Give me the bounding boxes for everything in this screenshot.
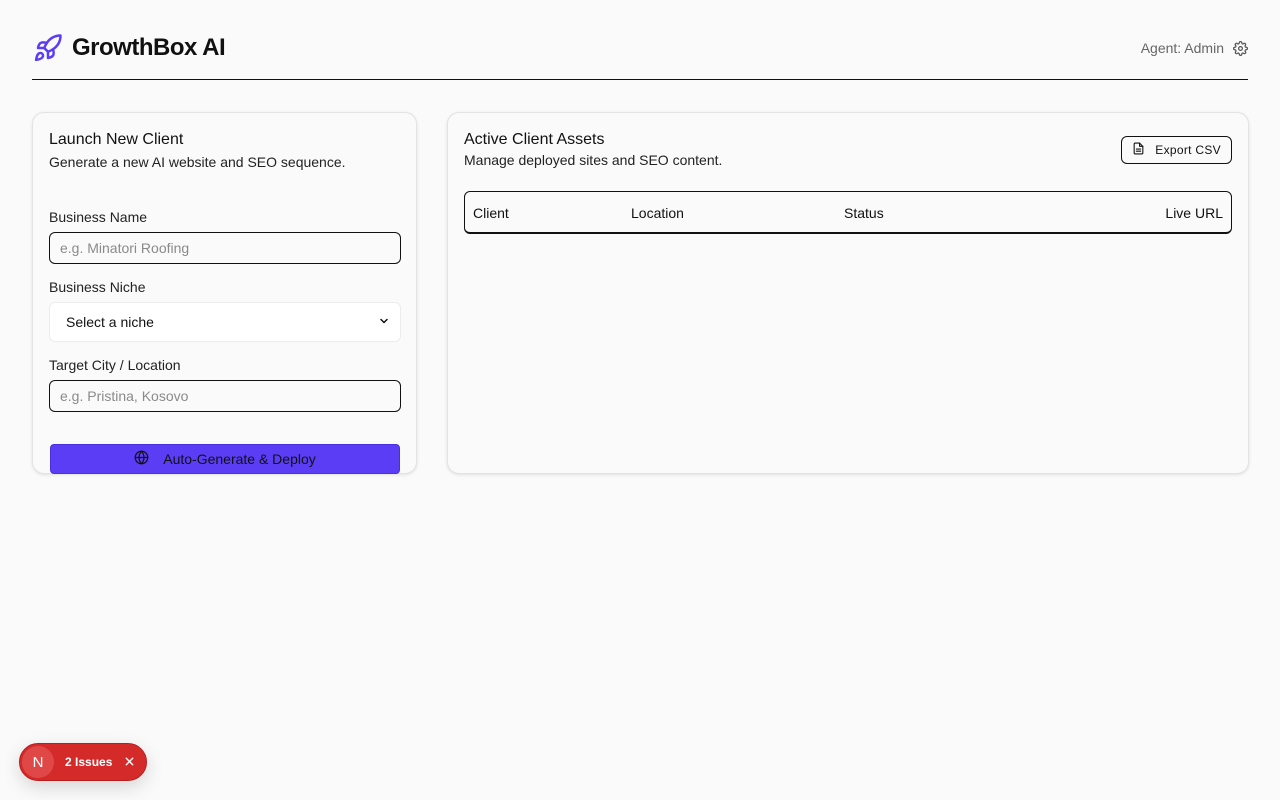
column-header-location[interactable]: Location (631, 205, 684, 221)
launch-client-card: Launch New Client Generate a new AI webs… (32, 112, 417, 474)
issues-avatar[interactable]: N (22, 746, 54, 778)
app-title: GrowthBox AI (72, 34, 226, 61)
chevron-down-icon (378, 314, 390, 330)
niche-selected-value: Select a niche (66, 314, 154, 330)
column-header-live-url[interactable]: Live URL (1165, 205, 1223, 221)
card-title: Active Client Assets (464, 131, 605, 148)
deploy-button-label: Auto-Generate & Deploy (163, 451, 316, 467)
column-header-client[interactable]: Client (473, 205, 509, 221)
globe-icon (134, 450, 149, 468)
business-niche-label: Business Niche (49, 279, 146, 295)
gear-icon[interactable] (1232, 40, 1248, 56)
business-niche-select[interactable]: Select a niche (49, 302, 401, 342)
rocket-icon (32, 32, 64, 64)
export-button-label: Export CSV (1155, 143, 1221, 157)
export-csv-button[interactable]: Export CSV (1121, 136, 1232, 164)
card-description: Manage deployed sites and SEO content. (464, 152, 723, 168)
launch-client-form: Launch New Client Generate a new AI webs… (49, 131, 401, 474)
agent-info: Agent: Admin (1141, 28, 1248, 68)
assets-table: Client Location Status Live URL (464, 191, 1232, 234)
brand: GrowthBox AI (32, 28, 226, 68)
active-assets-card: Active Client Assets Manage deployed sit… (447, 112, 1249, 474)
app-header: GrowthBox AI Agent: Admin (32, 28, 1248, 80)
close-icon[interactable] (122, 754, 136, 768)
agent-label: Agent: Admin (1140, 40, 1224, 56)
business-name-label: Business Name (49, 209, 148, 225)
assets-header: Active Client Assets Manage deployed sit… (464, 131, 722, 168)
auto-generate-deploy-button[interactable]: Auto-Generate & Deploy (50, 444, 400, 474)
column-header-status[interactable]: Status (844, 205, 884, 221)
issues-badge[interactable]: N 2 Issues (19, 743, 147, 781)
issues-count[interactable]: 2 Issues (65, 755, 112, 769)
file-text-icon (1132, 142, 1145, 158)
target-city-label: Target City / Location (49, 357, 181, 373)
card-title: Launch New Client (49, 131, 184, 148)
card-description: Generate a new AI website and SEO sequen… (49, 154, 346, 170)
target-city-input[interactable] (49, 380, 401, 412)
business-name-input[interactable] (49, 232, 401, 264)
